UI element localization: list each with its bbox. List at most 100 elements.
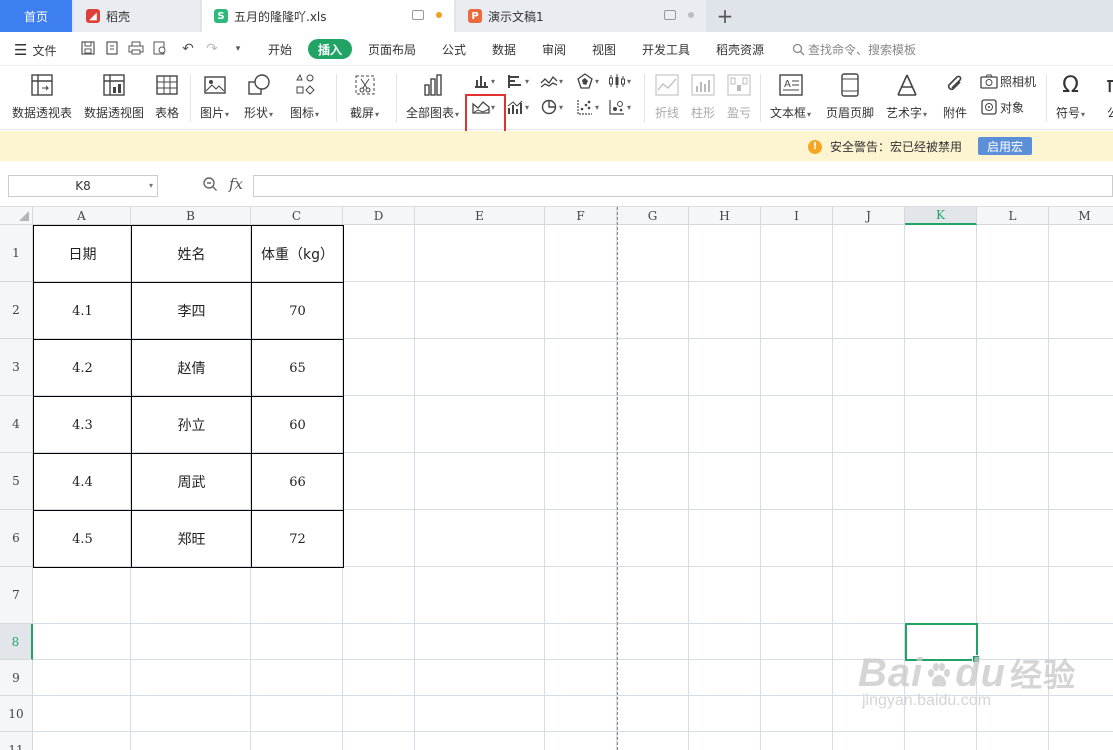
all-charts-button[interactable]: 全部图表▾	[406, 72, 459, 121]
table-header-cell[interactable]: 体重（kg）	[251, 225, 344, 283]
menu-dev-tools[interactable]: 开发工具	[642, 41, 690, 58]
sparkline-winloss-button[interactable]: 盈亏	[726, 72, 752, 121]
column-header-k[interactable]: K	[905, 207, 977, 225]
menu-page-layout[interactable]: 页面布局	[368, 41, 416, 58]
menu-start[interactable]: 开始	[268, 41, 292, 58]
column-header-m[interactable]: M	[1049, 207, 1113, 225]
row-header-4[interactable]: 4	[0, 396, 33, 453]
shape-button[interactable]: 形状▾	[244, 72, 273, 121]
table-header-cell[interactable]: 姓名	[131, 225, 252, 283]
table-cell[interactable]: 李四	[131, 282, 252, 340]
column-header-b[interactable]: B	[131, 207, 251, 225]
formula-input[interactable]	[253, 175, 1113, 197]
header-footer-button[interactable]: 页眉页脚	[826, 72, 874, 121]
table-cell[interactable]: 周武	[131, 453, 252, 511]
table-cell[interactable]: 郑旺	[131, 510, 252, 568]
zoom-search-icon[interactable]	[202, 176, 218, 196]
formula-insert-button[interactable]: π 公	[1100, 72, 1113, 121]
stock-chart-button[interactable]: ▾	[608, 72, 631, 90]
menu-daoke-resources[interactable]: 稻壳资源	[716, 41, 764, 58]
row-header-6[interactable]: 6	[0, 510, 33, 567]
table-cell[interactable]: 65	[251, 339, 344, 397]
menu-view[interactable]: 视图	[592, 41, 616, 58]
print-icon[interactable]	[128, 41, 144, 57]
table-button[interactable]: 表格	[154, 72, 180, 121]
column-header-j[interactable]: J	[833, 207, 905, 225]
enable-macro-button[interactable]: 启用宏	[978, 137, 1032, 155]
table-cell[interactable]: 4.2	[33, 339, 132, 397]
column-header-c[interactable]: C	[251, 207, 343, 225]
monitor-icon[interactable]	[664, 10, 676, 20]
tab-daoke[interactable]: ◢ 稻壳	[74, 0, 200, 32]
sparkline-column-button[interactable]: 柱形	[690, 72, 716, 121]
table-cell[interactable]: 4.3	[33, 396, 132, 454]
table-cell[interactable]: 72	[251, 510, 344, 568]
row-header-8[interactable]: 8	[0, 624, 33, 660]
table-cell[interactable]: 66	[251, 453, 344, 511]
export-pdf-icon[interactable]	[104, 41, 120, 57]
combo-chart-button[interactable]: ▾	[506, 98, 529, 116]
bubble-chart-button[interactable]: ▾	[608, 98, 631, 116]
row-header-1[interactable]: 1	[0, 225, 33, 282]
picture-button[interactable]: 图片▾	[200, 72, 229, 121]
scatter-chart-button[interactable]: ▾	[576, 98, 599, 116]
column-header-f[interactable]: F	[545, 207, 617, 225]
row-header-5[interactable]: 5	[0, 453, 33, 510]
line-chart-button[interactable]: ▾	[540, 72, 563, 90]
icon-library-button[interactable]: 图标▾	[290, 72, 319, 121]
menu-formula[interactable]: 公式	[442, 41, 466, 58]
screenshot-button[interactable]: 截屏▾	[350, 72, 379, 121]
column-header-g[interactable]: G	[617, 207, 689, 225]
row-header-11[interactable]: 11	[0, 732, 33, 750]
menu-insert[interactable]: 插入	[308, 39, 352, 59]
menu-review[interactable]: 审阅	[542, 41, 566, 58]
column-header-a[interactable]: A	[33, 207, 131, 225]
column-header-d[interactable]: D	[343, 207, 415, 225]
row-header-9[interactable]: 9	[0, 660, 33, 696]
row-header-7[interactable]: 7	[0, 567, 33, 624]
object-button[interactable]: 对象	[980, 98, 1024, 116]
symbol-button[interactable]: Ω 符号▾	[1056, 72, 1085, 121]
undo-icon[interactable]: ↶	[180, 41, 196, 57]
column-header-e[interactable]: E	[415, 207, 545, 225]
row-header-10[interactable]: 10	[0, 696, 33, 732]
redo-icon[interactable]: ↷	[204, 41, 220, 57]
table-cell[interactable]: 4.5	[33, 510, 132, 568]
sparkline-line-button[interactable]: 折线	[654, 72, 680, 121]
monitor-icon[interactable]	[412, 10, 424, 20]
textbox-button[interactable]: A 文本框▾	[770, 72, 811, 121]
camera-button[interactable]: 照相机	[980, 72, 1036, 90]
tab-home[interactable]: 首页	[0, 0, 72, 32]
command-search[interactable]: 查找命令、搜索模板	[792, 41, 916, 58]
column-header-h[interactable]: H	[689, 207, 761, 225]
wordart-button[interactable]: 艺术字▾	[886, 72, 927, 121]
table-cell[interactable]: 4.1	[33, 282, 132, 340]
name-box[interactable]: K8 ▾	[8, 175, 158, 197]
insert-function-icon[interactable]: fx	[229, 175, 243, 193]
tab-ppt-document[interactable]: P 演示文稿1	[456, 0, 706, 32]
table-cell[interactable]: 60	[251, 396, 344, 454]
pivot-table-button[interactable]: 数据透视表	[12, 72, 72, 121]
pie-chart-button[interactable]: ▾	[540, 98, 563, 116]
select-all-corner[interactable]	[0, 207, 33, 225]
print-preview-icon[interactable]	[152, 41, 168, 57]
row-header-3[interactable]: 3	[0, 339, 33, 396]
row-header-2[interactable]: 2	[0, 282, 33, 339]
new-tab-button[interactable]: +	[710, 0, 740, 32]
table-cell[interactable]: 赵倩	[131, 339, 252, 397]
bar-chart-button[interactable]: ▾	[506, 72, 529, 90]
column-header-l[interactable]: L	[977, 207, 1049, 225]
table-header-cell[interactable]: 日期	[33, 225, 132, 283]
menu-data[interactable]: 数据	[492, 41, 516, 58]
radar-chart-button[interactable]: ▾	[576, 72, 599, 90]
customize-dropdown-icon[interactable]: ▾	[230, 41, 246, 57]
pivot-chart-button[interactable]: 数据透视图	[84, 72, 144, 121]
column-chart-button[interactable]: ▾	[472, 72, 495, 90]
tab-xls-document[interactable]: S 五月的隆隆吖.xls	[202, 0, 454, 32]
column-header-i[interactable]: I	[761, 207, 833, 225]
table-cell[interactable]: 4.4	[33, 453, 132, 511]
chevron-down-icon[interactable]: ▾	[149, 181, 153, 190]
attachment-button[interactable]: 附件	[942, 72, 968, 121]
table-cell[interactable]: 70	[251, 282, 344, 340]
save-icon[interactable]	[80, 41, 96, 57]
